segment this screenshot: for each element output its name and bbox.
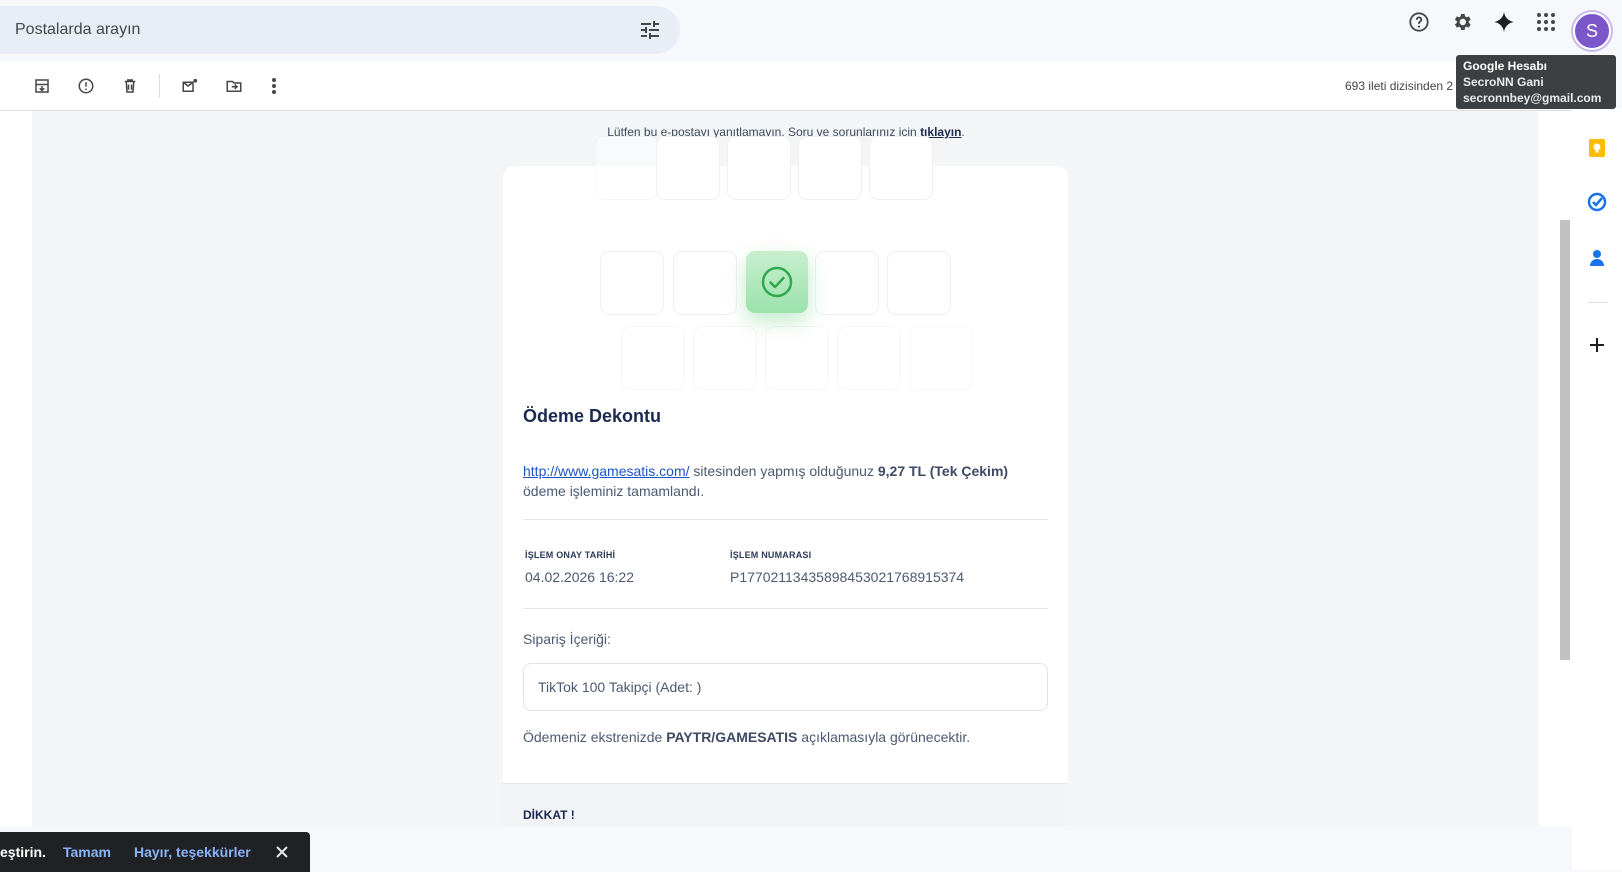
success-check-icon [746,251,808,313]
warning-title: DİKKAT ! [523,808,575,822]
settings-gear-icon[interactable] [1446,6,1478,38]
account-tooltip: Google Hesabı SecroNN Gani secronnbey@gm… [1456,55,1616,109]
divider [523,608,1048,609]
payment-summary: http://www.gamesatis.com/ sitesinden yap… [523,461,1043,501]
side-panel [1572,108,1622,870]
snackbar-text: eştirin. [0,844,46,860]
add-icon[interactable] [1585,333,1609,357]
apps-grid-icon[interactable] [1530,6,1562,38]
side-divider [1588,302,1608,303]
snackbar-ok-button[interactable]: Tamam [63,844,111,860]
divider [523,519,1048,520]
contacts-icon[interactable] [1585,246,1609,270]
close-icon[interactable] [274,844,290,860]
statement-note-start: Ödemeniz ekstrenizde [523,729,667,745]
warning-section: DİKKAT ! [503,783,1068,826]
order-item: TikTok 100 Takipçi (Adet: ) [538,679,702,695]
account-avatar[interactable]: S [1573,12,1611,50]
order-item-box: TikTok 100 Takipçi (Adet: ) [523,663,1048,711]
snackbar: eştirin. Tamam Hayır, teşekkürler [0,832,310,872]
scrollbar[interactable] [1560,220,1570,660]
order-label: Sipariş İçeriği: [523,631,611,647]
avatar-letter: S [1585,20,1598,41]
success-illustration [593,136,993,390]
statement-descriptor: PAYTR/GAMESATIS [666,729,798,745]
search-bar[interactable]: Postalarda arayın [0,6,680,54]
mail-body: Lütfen bu e-postayı yanıtlamayın. Soru v… [0,111,1572,826]
statement-note: Ödemeniz ekstrenizde PAYTR/GAMESATIS açı… [523,729,970,745]
amount: 9,27 TL (Tek Çekim) [877,463,1009,479]
txn-value: P1770211343589845302176891537​4 [730,569,965,585]
site-link[interactable]: http://www.gamesatis.com/ [523,463,690,479]
noreply-end: . [961,125,965,139]
search-input[interactable]: Postalarda arayın [15,21,140,39]
tasks-icon[interactable] [1585,190,1609,214]
tune-icon[interactable] [638,18,662,42]
date-value: 04.02.2026 16:22 [525,569,634,585]
more-vert-icon[interactable] [262,74,286,98]
gemini-sparkle-icon[interactable] [1488,6,1520,38]
report-spam-icon[interactable] [74,74,98,98]
toolbar-divider [159,74,160,98]
snackbar-dismiss-button[interactable]: Hayır, teşekkürler [134,844,251,860]
summary-end: ödeme işleminiz tamamlandı. [523,483,705,499]
mark-unread-icon[interactable] [178,74,202,98]
receipt-card: Ödeme Dekontu http://www.gamesatis.com/ … [503,136,1068,826]
date-label: İŞLEM ONAY TARİHİ [525,550,616,560]
txn-label: İŞLEM NUMARASI [730,550,812,560]
tooltip-title: Google Hesabı [1463,59,1548,73]
help-icon[interactable] [1403,6,1435,38]
message-counter: 693 ileti dizisinden 2 [1345,79,1454,93]
tooltip-email: secronnbey@gmail.com [1463,91,1602,105]
summary-mid: sitesinden yapmış olduğunuz [689,463,878,479]
archive-icon[interactable] [30,74,54,98]
message-toolbar: 693 ileti dizisinden 2 [0,62,1572,111]
tooltip-name: SecroNN Gani [1463,75,1544,89]
receipt-title: Ödeme Dekontu [523,406,662,426]
delete-icon[interactable] [118,74,142,98]
move-to-icon[interactable] [222,74,246,98]
keep-icon[interactable] [1585,136,1609,160]
statement-note-end: açıklamasıyla görünecektir. [797,729,971,745]
